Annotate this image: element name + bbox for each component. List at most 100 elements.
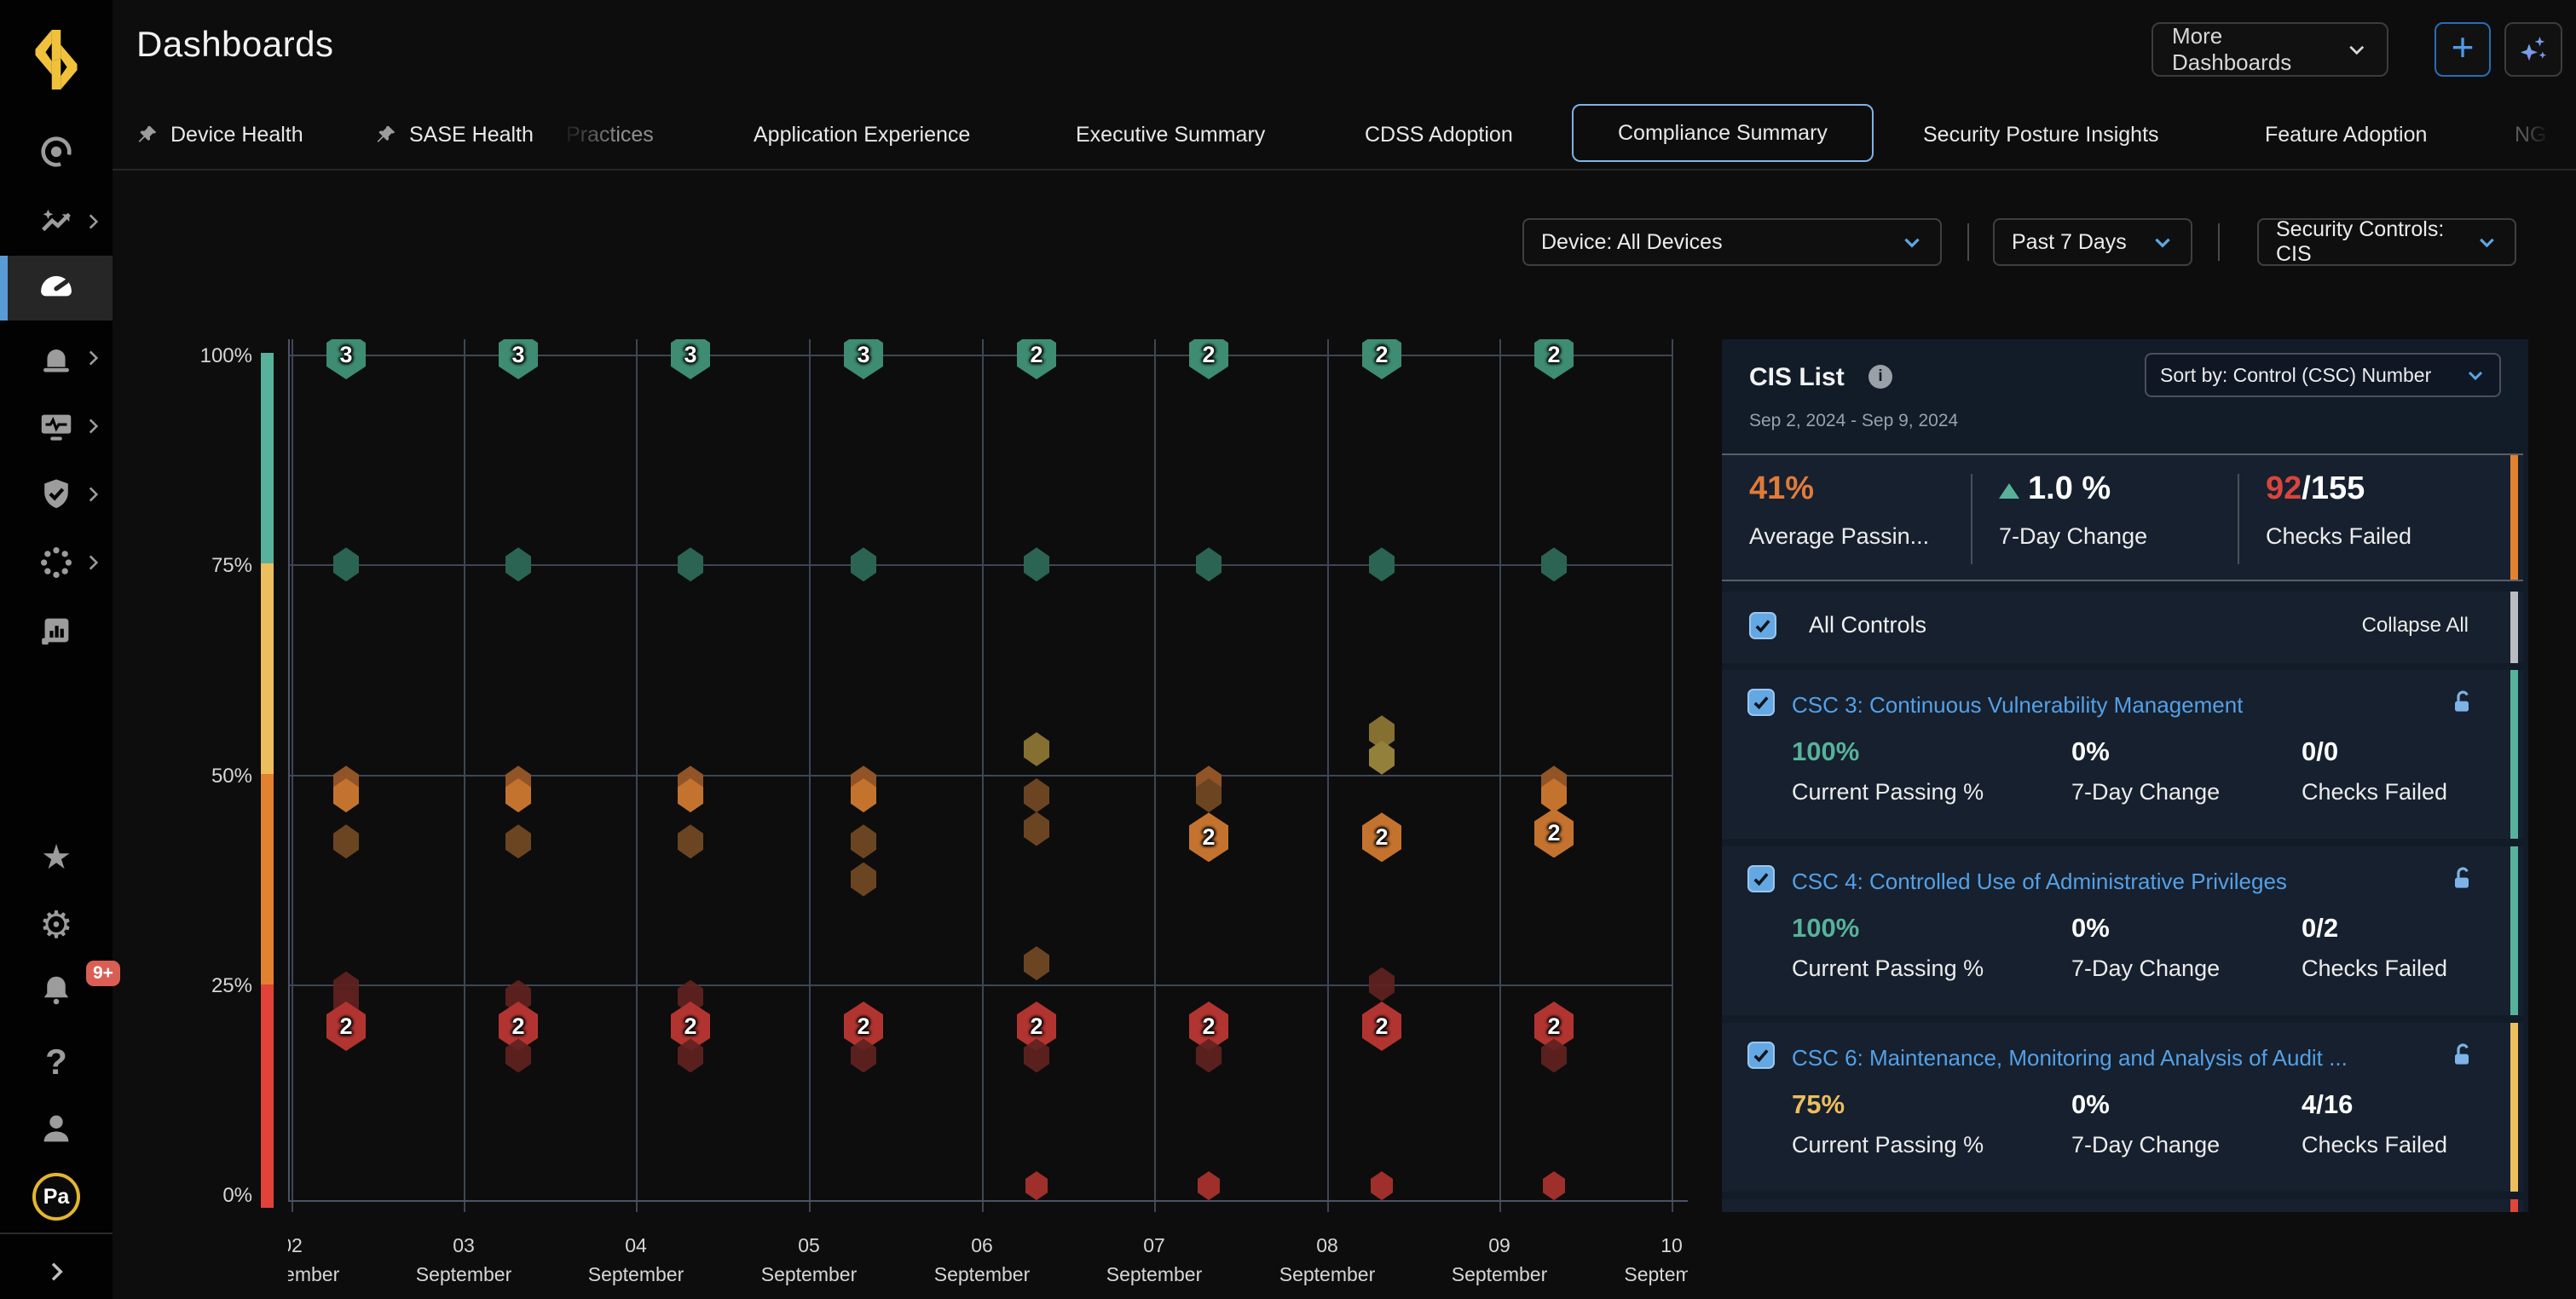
time-range-label: Past 7 Days bbox=[2012, 230, 2127, 255]
x-tick-month: September bbox=[378, 1260, 549, 1289]
sidebar-item-help[interactable]: ? bbox=[0, 1030, 113, 1094]
gridline-v bbox=[1499, 339, 1501, 1202]
hex-marker bbox=[333, 547, 359, 581]
x-tick-day: 03 bbox=[378, 1231, 549, 1260]
sidebar-item-dashboards-active[interactable] bbox=[0, 256, 113, 320]
tab-compliance-summary[interactable]: Compliance Summary bbox=[1572, 104, 1874, 162]
hex-marker bbox=[851, 824, 876, 858]
y-tick-label: 75% bbox=[159, 554, 252, 578]
csc-failed-value: 0/0 bbox=[2302, 736, 2338, 767]
tab-sase-health[interactable]: SASE Health bbox=[375, 101, 534, 169]
gear-icon: ⚙ bbox=[39, 907, 72, 944]
chevron-right-icon bbox=[82, 483, 104, 505]
x-tick-day: 07 bbox=[1069, 1231, 1239, 1260]
tab-application-experience[interactable]: Application Experience bbox=[754, 101, 970, 169]
hex-marker bbox=[1541, 547, 1567, 581]
x-tick-month: Septemb... bbox=[1586, 1260, 1688, 1289]
filter-separator bbox=[1967, 223, 1969, 261]
tab-security-posture-insights[interactable]: Security Posture Insights bbox=[1923, 101, 2159, 169]
csc-link[interactable]: CSC 4: Controlled Use of Administrative … bbox=[1792, 869, 2287, 895]
sidebar-item-insights[interactable] bbox=[0, 189, 113, 254]
csc-link[interactable]: CSC 3: Continuous Vulnerability Manageme… bbox=[1792, 692, 2243, 719]
scrollbar-thumb[interactable] bbox=[2510, 592, 2518, 663]
average-passing-value: 41% bbox=[1749, 471, 1814, 507]
summary-divider bbox=[1971, 474, 1972, 564]
csc-change-value: 0% bbox=[2071, 1089, 2110, 1120]
hex-marker-label: 2 bbox=[857, 1013, 869, 1040]
sidebar-item-notifications[interactable]: 9+ bbox=[0, 958, 113, 1023]
add-dashboard-button[interactable]: + bbox=[2434, 22, 2491, 77]
gridline-v bbox=[1154, 339, 1156, 1202]
x-tick-month: September bbox=[1069, 1260, 1239, 1289]
sidebar-item-reports[interactable] bbox=[0, 598, 113, 663]
device-filter-select[interactable]: Device: All Devices bbox=[1522, 218, 1942, 266]
csc-passing-label: Current Passing % bbox=[1792, 1132, 1984, 1158]
all-controls-checkbox[interactable] bbox=[1749, 612, 1776, 639]
x-tick-label: 09September bbox=[1414, 1231, 1585, 1289]
severity-segment-0-25 bbox=[261, 984, 274, 1208]
hex-marker-label: 2 bbox=[339, 1013, 352, 1040]
tab-practices[interactable]: Practices bbox=[566, 101, 654, 169]
collapse-all-button[interactable]: Collapse All bbox=[2362, 614, 2469, 638]
sidebar-item-profile[interactable]: Pa bbox=[0, 1164, 113, 1229]
tab-executive-summary[interactable]: Executive Summary bbox=[1076, 101, 1265, 169]
hex-marker bbox=[1024, 946, 1049, 980]
hex-marker: 3 bbox=[499, 339, 538, 379]
gridline-v bbox=[809, 339, 811, 1202]
csc-link[interactable]: CSC 6: Maintenance, Monitoring and Analy… bbox=[1792, 1045, 2348, 1071]
sidebar: ★ ⚙ 9+ ? Pa bbox=[0, 0, 113, 1299]
tab-ng[interactable]: NG bbox=[2515, 101, 2547, 169]
seven-day-change-value: 1.0 % bbox=[1999, 471, 2111, 507]
tab-feature-adoption[interactable]: Feature Adoption bbox=[2265, 101, 2427, 169]
csc-checkbox[interactable] bbox=[1747, 1042, 1775, 1069]
security-controls-label: Security Controls: CIS bbox=[2276, 217, 2476, 267]
hex-marker-label: 2 bbox=[1375, 342, 1388, 368]
tab-label: Application Experience bbox=[754, 123, 970, 147]
hex-marker bbox=[1543, 1171, 1565, 1200]
x-tick-day: 04 bbox=[551, 1231, 721, 1260]
sort-by-select[interactable]: Sort by: Control (CSC) Number bbox=[2145, 353, 2501, 397]
hex-marker bbox=[1198, 1171, 1220, 1200]
info-icon[interactable]: i bbox=[1868, 365, 1892, 389]
sidebar-expand-button[interactable] bbox=[0, 1239, 113, 1299]
hex-marker bbox=[851, 863, 876, 897]
csc-failed-value: 4/16 bbox=[2302, 1089, 2353, 1120]
csc-lock-button[interactable] bbox=[2448, 689, 2475, 720]
hex-marker bbox=[1369, 547, 1395, 581]
gridline-h bbox=[288, 564, 1672, 566]
sidebar-item-observability[interactable] bbox=[0, 119, 113, 184]
summary-card: 41% Average Passin... 1.0 % 7-Day Change… bbox=[1722, 453, 2523, 581]
tab-device-health[interactable]: Device Health bbox=[136, 101, 303, 169]
x-tick-label: 08September bbox=[1242, 1231, 1412, 1289]
hex-marker-label: 3 bbox=[684, 342, 696, 368]
tab-cdss-adoption[interactable]: CDSS Adoption bbox=[1365, 101, 1513, 169]
sidebar-item-alerts[interactable] bbox=[0, 326, 113, 390]
hex-marker bbox=[333, 824, 359, 858]
sidebar-item-workflows[interactable] bbox=[0, 530, 113, 595]
ai-assistant-button[interactable] bbox=[2504, 22, 2562, 77]
csc-checkbox[interactable] bbox=[1747, 689, 1775, 716]
sidebar-item-security[interactable] bbox=[0, 462, 113, 527]
panel-date-range: Sep 2, 2024 - Sep 9, 2024 bbox=[1749, 411, 1958, 431]
notification-badge: 9+ bbox=[86, 961, 120, 986]
time-range-select[interactable]: Past 7 Days bbox=[1993, 218, 2192, 266]
brand-logo-icon[interactable] bbox=[20, 24, 92, 95]
sidebar-item-devices[interactable] bbox=[0, 394, 113, 459]
sidebar-item-settings[interactable]: ⚙ bbox=[0, 893, 113, 958]
csc-change-label: 7-Day Change bbox=[2071, 1132, 2220, 1158]
more-dashboards-button[interactable]: More Dashboards bbox=[2151, 22, 2388, 77]
hex-marker-label: 3 bbox=[511, 342, 524, 368]
sidebar-item-account[interactable] bbox=[0, 1096, 113, 1161]
csc-passing-value: 75% bbox=[1792, 1089, 1845, 1120]
csc-change-value: 0% bbox=[2071, 913, 2110, 944]
more-dashboards-label: More Dashboards bbox=[2172, 23, 2332, 76]
csc-lock-button[interactable] bbox=[2448, 1042, 2475, 1073]
hex-marker: 3 bbox=[844, 339, 883, 379]
csc-checkbox[interactable] bbox=[1747, 865, 1775, 892]
security-controls-select[interactable]: Security Controls: CIS bbox=[2257, 218, 2516, 266]
csc-change-label: 7-Day Change bbox=[2071, 955, 2220, 982]
hex-marker-label: 2 bbox=[1375, 824, 1388, 851]
csc-lock-button[interactable] bbox=[2448, 865, 2475, 897]
sidebar-item-favorites[interactable]: ★ bbox=[0, 825, 113, 890]
hex-marker bbox=[678, 824, 703, 858]
